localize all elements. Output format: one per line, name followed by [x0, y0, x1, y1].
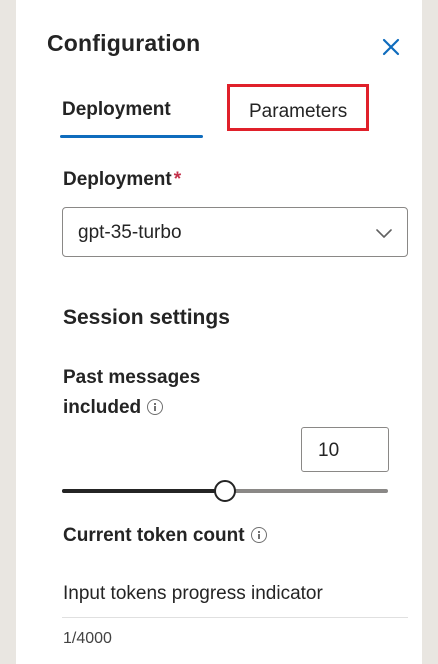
current-token-count-label: Current token count [63, 525, 267, 547]
close-icon[interactable] [378, 34, 404, 60]
past-messages-label: Past messages included [63, 363, 263, 423]
deployment-label: Deployment * [63, 169, 181, 191]
slider-thumb[interactable] [214, 480, 236, 502]
tab-parameters[interactable]: Parameters [227, 84, 369, 131]
required-marker: * [173, 169, 182, 190]
chevron-down-icon [376, 229, 392, 238]
slider-track-fill [62, 489, 225, 493]
panel-title: Configuration [47, 30, 201, 56]
token-count-value: 1/4000 [63, 630, 112, 647]
past-messages-label-line2-text: included [63, 397, 142, 418]
past-messages-slider[interactable] [62, 478, 388, 504]
deployment-dropdown[interactable]: gpt-35-turbo [62, 207, 408, 257]
past-messages-input[interactable]: 10 [301, 427, 389, 472]
deployment-selected-value: gpt-35-turbo [78, 222, 182, 243]
past-messages-label-line2: included [63, 393, 263, 423]
info-icon[interactable] [147, 398, 164, 415]
tab-selected-indicator [60, 135, 203, 138]
input-tokens-progress-label: Input tokens progress indicator [63, 583, 323, 604]
tab-parameters-label: Parameters [249, 101, 348, 122]
current-token-count-text: Current token count [63, 525, 245, 546]
deployment-label-text: Deployment [63, 169, 172, 190]
past-messages-label-line1: Past messages [63, 367, 201, 388]
session-settings-heading: Session settings [63, 306, 230, 329]
tab-deployment[interactable]: Deployment [62, 99, 171, 121]
info-icon[interactable] [250, 526, 267, 543]
token-progress-bar [62, 617, 408, 618]
